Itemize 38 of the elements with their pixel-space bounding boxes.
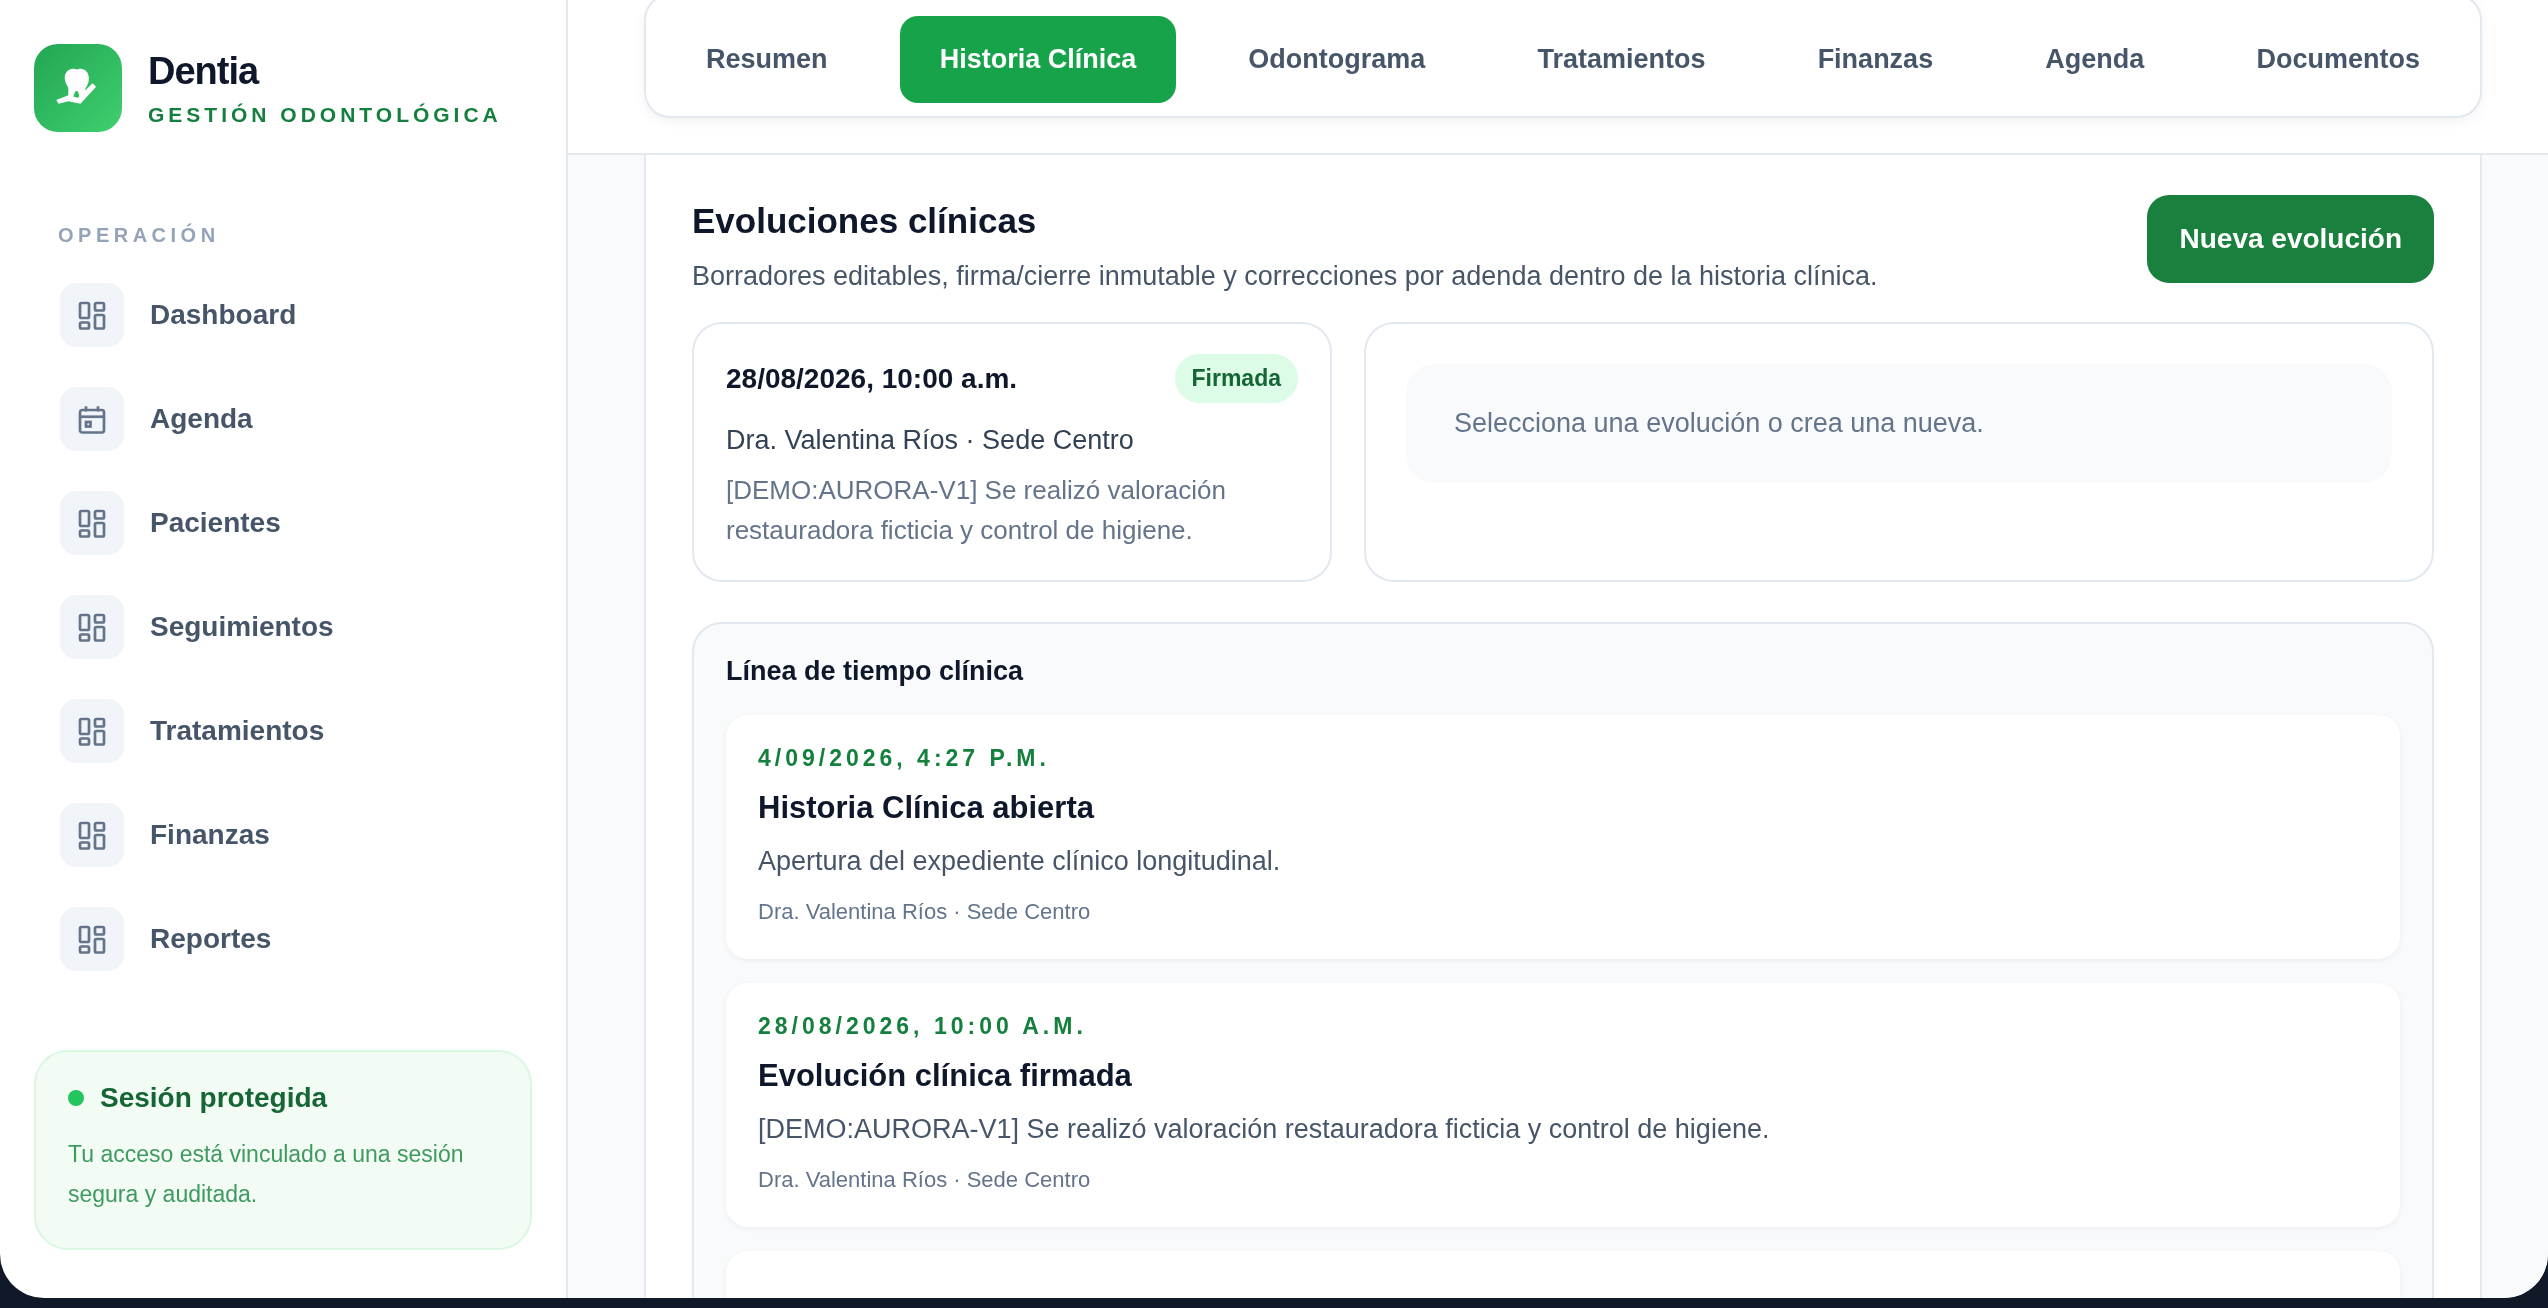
event-title: Evolución clínica firmada: [758, 1058, 1133, 1094]
status-badge: Firmada: [1174, 354, 1298, 403]
new-evolution-button[interactable]: Nueva evolución: [2147, 195, 2434, 283]
sidebar-item[interactable]: Reportes: [60, 907, 532, 971]
tab[interactable]: Resumen: [666, 15, 868, 103]
tab[interactable]: Odontograma: [1208, 15, 1466, 103]
brand-tagline: GESTIÓN ODONTOLÓGICA: [148, 102, 502, 127]
sidebar-item[interactable]: Dashboard: [60, 283, 532, 347]
event-date: 28/08/2026, 10:00 A.M.: [758, 1013, 1088, 1040]
sidebar-item[interactable]: Seguimientos: [60, 595, 532, 659]
section-title: Evoluciones clínicas: [692, 201, 1038, 241]
evolution-author: Dra. Valentina Ríos · Sede Centro: [726, 425, 1135, 456]
status-dot-icon: [68, 1090, 84, 1106]
evolution-note: [DEMO:AURORA-V1] Se realizó valoración restauradora ficticia y control de higiene.: [726, 474, 1227, 547]
event-title: Historia Clínica abierta: [758, 790, 1096, 826]
section-subtitle: Borradores editables, firma/cierre inmutable y correcciones por adenda dentro de la historia clínica.: [692, 261, 1878, 292]
session-title: Sesión protegida: [100, 1082, 328, 1114]
sidebar-item[interactable]: Finanzas: [60, 803, 532, 867]
tab[interactable]: Agenda: [2005, 15, 2185, 103]
sidebar-item[interactable]: Pacientes: [60, 491, 532, 555]
section-label: OPERACIÓN: [58, 224, 221, 247]
tab[interactable]: Tratamientos: [1497, 15, 1746, 103]
sidebar-item[interactable]: Agenda: [60, 387, 532, 451]
evolution-date: 28/08/2026, 10:00 a.m.: [726, 362, 1018, 395]
session-text: Tu acceso está vinculado a una sesión segura y auditada.: [68, 1140, 465, 1209]
tab[interactable]: Finanzas: [1777, 15, 1974, 103]
event-description: [DEMO:AURORA-V1] Se realizó valoración restauradora ficticia y control de higiene.: [758, 1114, 1771, 1145]
evolution-card[interactable]: 28/08/2026, 10:00 a.m. Firmada Dra. Valentina Ríos · Sede Centro [DEMO:AURORA-V1] Se realizó valoración restauradora ficticia y control de higiene.: [692, 322, 1332, 582]
event-author: Dra. Valentina Ríos · Sede Centro: [758, 899, 1092, 925]
sidebar-item[interactable]: Tratamientos: [60, 699, 532, 763]
brand-name: Dentia: [148, 49, 260, 93]
empty-state-message: Selecciona una evolución o crea una nueva.: [1406, 364, 2392, 483]
event-date: 4/09/2026, 4:27 P.M.: [758, 745, 1051, 772]
event-description: Apertura del expediente clínico longitudinal.: [758, 846, 1282, 877]
tooth-logo-icon: [34, 44, 122, 132]
tab[interactable]: Documentos: [2216, 15, 2460, 103]
event-author: Dra. Valentina Ríos · Sede Centro: [758, 1167, 1092, 1193]
timeline-title: Línea de tiempo clínica: [726, 656, 1025, 687]
